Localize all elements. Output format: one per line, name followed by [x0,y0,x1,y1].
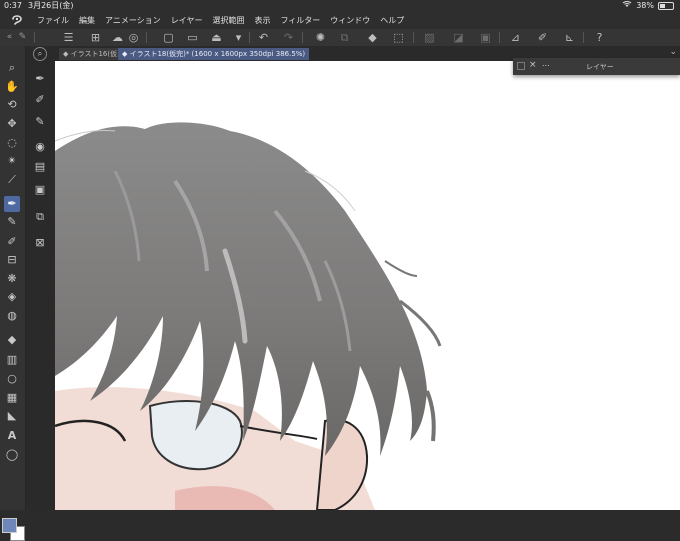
menu-item[interactable]: ヘルプ [380,15,404,26]
fill-selection-icon[interactable]: ◪ [451,30,466,45]
pencil-icon[interactable]: ✎ [4,214,20,230]
blend-icon[interactable]: ◍ [4,308,20,324]
new-file-icon[interactable]: ▢ [161,30,176,45]
menu-item[interactable]: フィルター [280,15,320,26]
stroke-icon[interactable]: ⊾ [562,30,577,45]
menu-items: ファイル 編集 アニメーション レイヤー 選択範囲 表示 フィルター ウィンドウ ヘルプ [37,12,404,29]
figure-icon[interactable]: ○ [4,371,20,387]
transform-icon[interactable]: ⬚ [391,30,406,45]
crop-icon[interactable]: ▣ [478,30,493,45]
layer-panel: × ... レイヤー [513,58,680,75]
ruler-tool-icon[interactable]: ◣ [4,408,20,424]
canvas[interactable] [55,61,680,510]
eyedropper-icon[interactable]: ⟋ [4,172,20,188]
wifi-icon [622,0,632,12]
text-tool-icon[interactable]: A [4,428,20,444]
layer-stack-icon[interactable]: ⧉ [32,209,48,225]
eraser-icon[interactable]: ◈ [4,289,20,305]
brush-size-icon[interactable]: ✎ [15,30,30,45]
status-bar: 0:37 3月26日(金) 38% [0,0,680,12]
new-canvas-icon[interactable]: ⊞ [88,30,103,45]
redo-icon[interactable]: ↷ [281,30,296,45]
menu-item[interactable]: アニメーション [105,15,161,26]
command-bar: « ✎ ☰ ⊞ ☁ ◎ ▢ ▭ ⏏ ▾ ↶ ↷ ✺ ⧉ ◆ ⬚ ▨ ◪ ▣ ⊿ … [0,29,680,47]
battery-percent: 38% [636,1,654,10]
more-icon[interactable]: ... [542,59,550,68]
status-right: 38% [622,0,674,12]
menu-item[interactable]: レイヤー [171,15,203,26]
color-set-icon[interactable]: ▤ [32,159,48,175]
menu-item[interactable]: ウィンドウ [330,15,370,26]
open-folder-icon[interactable]: ▭ [185,30,200,45]
save-icon[interactable]: ⏏ [209,30,224,45]
zoom-icon[interactable]: ⌕ [4,60,20,76]
menu-bar: ファイル 編集 アニメーション レイヤー 選択範囲 表示 フィルター ウィンドウ ヘルプ [0,12,680,29]
layer-panel-title: レイヤー [586,63,614,71]
menu-item[interactable]: 表示 [254,15,270,26]
chevron-down-icon[interactable]: ⌄ [669,47,677,57]
tool-palette: ⌕ ✋ ⟲ ✥ ◌ ✴ ⟋ ✒ ✎ ✐ ⊟ ❋ ◈ ◍ ◆ ▥ ○ ▦ ◣ A … [0,46,26,541]
pin-icon[interactable] [517,62,525,70]
color-history-icon[interactable]: ▣ [32,182,48,198]
brush-icon[interactable]: ✐ [4,234,20,250]
menu-item[interactable]: ファイル [37,15,69,26]
loading-icon[interactable]: ✺ [313,30,328,45]
undo-icon[interactable]: ↶ [256,30,271,45]
lasso-icon[interactable]: ◌ [4,135,20,151]
cloud-icon[interactable]: ☁ [110,30,125,45]
move-icon[interactable]: ✥ [4,116,20,132]
help-icon[interactable]: ? [592,30,607,45]
battery-icon [658,2,674,10]
magic-wand-icon[interactable]: ✴ [4,153,20,169]
hand-icon[interactable]: ✋ [4,79,20,95]
ruler-icon[interactable]: ⊿ [508,30,523,45]
sub-pen-settings-icon[interactable]: ✎ [32,114,48,130]
decoration-icon[interactable]: ❋ [4,271,20,287]
pen-icon[interactable]: ✒ [4,196,20,212]
material-icon[interactable]: ⊠ [32,235,48,251]
gradient-icon[interactable]: ▥ [4,352,20,368]
menu-icon[interactable]: ☰ [61,30,76,45]
close-icon[interactable]: × [529,60,537,70]
pen-stabilizer-icon[interactable]: ✐ [535,30,550,45]
menu-item[interactable]: 編集 [79,15,95,26]
rotate-icon[interactable]: ⟲ [4,97,20,113]
menu-item[interactable]: 選択範囲 [212,15,244,26]
clear-icon[interactable]: ▨ [422,30,437,45]
frame-icon[interactable]: ▦ [4,390,20,406]
sub-pen-add-icon[interactable]: ✐ [32,92,48,108]
sync-icon[interactable]: ◎ [126,30,141,45]
color-wheel-icon[interactable]: ◉ [32,139,48,155]
tab-illust18[interactable]: ◆ イラスト18(仮完)* (1600 x 1600px 350dpi 386.… [118,48,310,60]
fill-bucket-icon[interactable]: ◆ [4,332,20,348]
sub-pen-icon[interactable]: ✒ [32,71,48,87]
status-date: 3月26日(金) [28,1,74,10]
illustration-image [55,122,442,510]
copy-icon[interactable]: ⧉ [337,30,352,45]
airbrush-icon[interactable]: ⊟ [4,252,20,268]
fill-icon[interactable]: ◆ [365,30,380,45]
main-color[interactable] [2,518,17,533]
status-time: 0:37 [4,1,22,10]
export-icon[interactable]: ▾ [231,30,246,45]
color-swatches[interactable] [2,518,25,541]
balloon-icon[interactable]: ◯ [4,447,20,463]
tool-property-icon[interactable]: ⌕ [33,47,47,61]
sub-tool-palette: ⌕ ✒ ✐ ✎ ◉ ▤ ▣ ⧉ ⊠ [26,46,55,510]
app-logo-icon[interactable] [10,13,24,27]
